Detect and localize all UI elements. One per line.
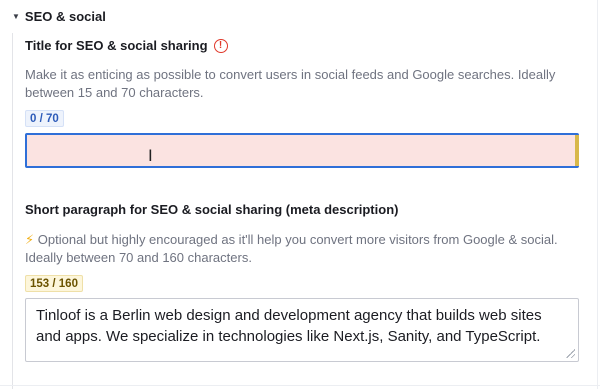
- caret-down-icon[interactable]: ▼: [12, 12, 20, 21]
- seo-description-textarea[interactable]: Tinloof is a Berlin web design and devel…: [25, 298, 579, 362]
- seo-title-label: Title for SEO & social sharing: [25, 38, 208, 53]
- validation-edge: [575, 135, 579, 166]
- seo-social-panel: ▼ SEO & social Title for SEO & social sh…: [0, 0, 600, 389]
- seo-title-description: Make it as enticing as possible to conve…: [25, 67, 556, 100]
- section-toggle[interactable]: ▼ SEO & social: [12, 9, 106, 24]
- seo-description-help: ⚡ Optional but highly encouraged as it'l…: [25, 231, 581, 267]
- seo-title-label-row: Title for SEO & social sharing !: [25, 38, 228, 53]
- resize-grip-icon[interactable]: [565, 348, 575, 358]
- seo-title-char-counter: 0 / 70: [25, 110, 64, 127]
- text-cursor-icon: I: [148, 146, 153, 165]
- seo-description-char-counter: 153 / 160: [25, 275, 83, 292]
- seo-title-input[interactable]: [25, 133, 579, 168]
- seo-description-label: Short paragraph for SEO & social sharing…: [25, 202, 399, 217]
- fieldset-rule: [12, 33, 13, 389]
- lightning-bolt-icon: ⚡: [25, 232, 35, 247]
- panel-bottom-border: [0, 385, 600, 386]
- seo-description-help-text: Optional but highly encouraged as it'll …: [25, 232, 558, 265]
- warning-circle-icon[interactable]: !: [213, 38, 228, 53]
- panel-right-border: [597, 0, 598, 389]
- section-title: SEO & social: [24, 9, 106, 24]
